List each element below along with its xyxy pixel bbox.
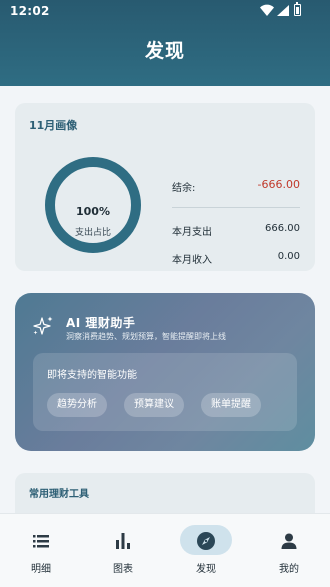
chip-budget-advice[interactable]: 预算建议 <box>124 393 184 417</box>
tools-card-title: 常用理财工具 <box>29 489 89 500</box>
status-bar: 12:02 <box>0 0 330 24</box>
ai-assistant-card[interactable]: AI 理财助手 洞察消费趋势、规划预算，智能提醒即将上线 即将支持的智能功能 趋… <box>15 293 315 451</box>
app-header: 12:02 发现 <box>0 0 330 86</box>
monthly-profile-card: 11月画像 100% 支出占比 结余: -666.00 本月支出 666.00 … <box>15 103 315 271</box>
wifi-icon <box>260 4 274 16</box>
battery-icon <box>294 2 301 16</box>
status-time: 12:02 <box>10 4 50 18</box>
income-label: 本月收入 <box>172 255 212 266</box>
tab-discover-label: 发现 <box>196 564 216 575</box>
expense-value: 666.00 <box>265 223 300 234</box>
balance-value: -666.00 <box>257 178 300 191</box>
tab-details[interactable]: 明细 <box>0 514 82 584</box>
tab-profile-label: 我的 <box>279 564 299 575</box>
tab-details-label: 明细 <box>31 564 51 575</box>
tab-profile[interactable]: 我的 <box>248 514 330 584</box>
ai-card-title: AI 理财助手 <box>66 316 136 330</box>
discover-content[interactable]: 11月画像 100% 支出占比 结余: -666.00 本月支出 666.00 … <box>0 86 330 513</box>
chip-trend-analysis[interactable]: 趋势分析 <box>47 393 107 417</box>
upcoming-features-title: 即将支持的智能功能 <box>47 370 137 381</box>
chip-bill-reminder[interactable]: 账单提醒 <box>201 393 261 417</box>
tab-discover[interactable]: 发现 <box>165 514 247 584</box>
finance-tools-card: 常用理财工具 <box>15 473 315 513</box>
sparkle-icon <box>33 316 53 335</box>
ring-label: 支出占比 <box>74 228 111 238</box>
tab-charts-label: 图表 <box>113 564 133 575</box>
profile-card-title: 11月画像 <box>29 119 78 132</box>
bar-chart-icon <box>116 533 130 549</box>
tab-charts[interactable]: 图表 <box>82 514 164 584</box>
profile-divider <box>172 207 300 208</box>
list-icon <box>33 535 49 548</box>
status-icons <box>260 2 320 18</box>
income-value: 0.00 <box>277 251 300 262</box>
balance-label: 结余: <box>172 183 196 194</box>
expense-label: 本月支出 <box>172 227 212 238</box>
page-title: 发现 <box>144 40 185 62</box>
bottom-tab-bar: 明细 图表 发现 我的 <box>0 513 330 587</box>
person-icon <box>281 533 297 549</box>
ai-card-subtitle: 洞察消费趋势、规划预算，智能提醒即将上线 <box>66 332 226 341</box>
ring-percent: 100% <box>76 205 110 218</box>
signal-icon <box>277 5 289 16</box>
compass-icon <box>197 532 215 550</box>
upcoming-features-panel: 即将支持的智能功能 趋势分析 预算建议 账单提醒 <box>33 353 297 431</box>
